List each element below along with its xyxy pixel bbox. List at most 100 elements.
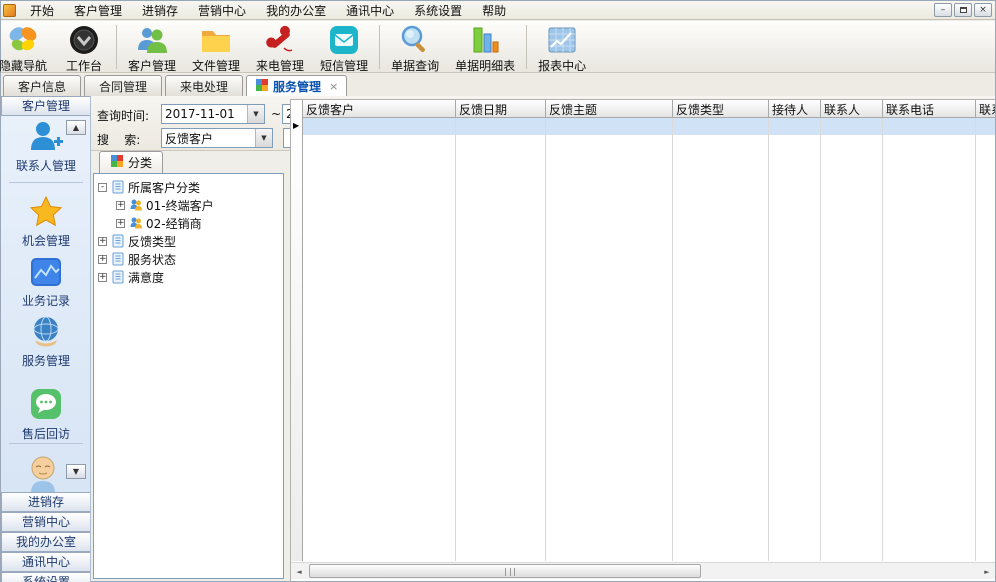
restore-button[interactable] bbox=[954, 3, 972, 17]
toolbar-label: 单据查询 bbox=[391, 57, 439, 74]
sidebar-group-inventory[interactable]: 进销存 bbox=[1, 492, 91, 512]
column-header[interactable]: 联系电话 bbox=[883, 100, 976, 118]
menu-help[interactable]: 帮助 bbox=[472, 0, 516, 21]
column-contact-truncated: 联系 bbox=[976, 100, 995, 561]
expand-icon[interactable]: + bbox=[116, 219, 125, 228]
tab-customer-info[interactable]: 客户信息 bbox=[3, 75, 81, 96]
category-panel: 分类 - 所属客户分类 + 01-终端客户 + 02-经销商 bbox=[93, 151, 286, 581]
scroll-right-icon[interactable]: ► bbox=[979, 564, 995, 579]
clipboard-icon bbox=[111, 180, 125, 194]
tab-call-handling[interactable]: 来电处理 bbox=[165, 75, 243, 96]
chevron-down-icon[interactable]: ▼ bbox=[247, 105, 264, 123]
column-feedback-type: 反馈类型 bbox=[673, 100, 769, 561]
sidebar-item-after-sales[interactable]: 售后回访 bbox=[1, 425, 91, 442]
toolbar-label: 报表中心 bbox=[538, 57, 586, 74]
toolbar-report-center[interactable]: 报表中心 bbox=[530, 23, 594, 75]
tree-node-label: 01-终端客户 bbox=[146, 197, 214, 214]
business-records-icon[interactable] bbox=[28, 254, 64, 290]
column-header[interactable]: 反馈类型 bbox=[673, 100, 769, 118]
column-header[interactable]: 反馈客户 bbox=[303, 100, 456, 118]
sidebar-group-customer-mgmt[interactable]: 客户管理 bbox=[1, 96, 91, 116]
tab-service-mgmt[interactable]: 服务管理 × bbox=[246, 75, 347, 96]
column-header[interactable]: 联系 bbox=[976, 100, 995, 118]
users-pair-icon bbox=[129, 216, 143, 230]
clock-icon bbox=[67, 24, 101, 56]
menu-bar: 开始 客户管理 进销存 营销中心 我的办公室 通讯中心 系统设置 帮助 – × bbox=[1, 1, 995, 20]
toolbar-file-mgmt[interactable]: 文件管理 bbox=[184, 23, 248, 75]
clipboard-icon bbox=[111, 270, 125, 284]
sidebar-group-marketing[interactable]: 营销中心 bbox=[1, 512, 91, 532]
sidebar-item-service-mgmt[interactable]: 服务管理 bbox=[1, 352, 91, 369]
current-row-marker-icon: ▶ bbox=[293, 121, 299, 130]
close-tab-icon[interactable]: × bbox=[329, 80, 338, 93]
date-from-combo[interactable]: 2017-11-01 ▼ bbox=[161, 104, 265, 124]
toolbar-doc-query[interactable]: 单据查询 bbox=[383, 23, 447, 75]
expand-icon[interactable]: + bbox=[116, 201, 125, 210]
tree-node-customer-category[interactable]: - 所属客户分类 bbox=[96, 178, 281, 196]
tree-node-label: 服务状态 bbox=[128, 251, 176, 268]
scrollbar-thumb[interactable] bbox=[309, 564, 701, 578]
users-icon bbox=[135, 24, 169, 56]
sidebar-item-contact-mgmt[interactable]: 联系人管理 bbox=[1, 157, 91, 174]
scroll-left-icon[interactable]: ◄ bbox=[291, 564, 307, 579]
expand-down-button[interactable]: ▼ bbox=[66, 464, 86, 479]
toolbar-call-mgmt[interactable]: 来电管理 bbox=[248, 23, 312, 75]
star-icon[interactable] bbox=[28, 194, 64, 230]
sidebar-item-business-records[interactable]: 业务记录 bbox=[1, 292, 91, 309]
sidebar-group-system-settings[interactable]: 系统设置 bbox=[1, 572, 91, 582]
chevron-down-icon[interactable]: ▼ bbox=[255, 129, 272, 147]
contact-person-icon[interactable] bbox=[28, 119, 64, 155]
column-feedback-date: 反馈日期 bbox=[456, 100, 546, 561]
expand-icon[interactable]: + bbox=[98, 273, 107, 282]
tab-category[interactable]: 分类 bbox=[99, 151, 163, 173]
column-header[interactable]: 反馈日期 bbox=[456, 100, 546, 118]
menu-start[interactable]: 开始 bbox=[20, 0, 64, 21]
toolbar-label: 单据明细表 bbox=[455, 57, 515, 74]
toolbar-hide-nav[interactable]: 隐藏导航 bbox=[0, 23, 55, 75]
collapse-up-button[interactable]: ▲ bbox=[66, 120, 86, 135]
nav-sidebar: 客户管理 ▲ 联系人管理 机会管理 业务记录 服务管理 bbox=[1, 96, 91, 582]
column-header[interactable]: 接待人 bbox=[769, 100, 821, 118]
menu-inventory[interactable]: 进销存 bbox=[132, 0, 188, 21]
menu-marketing[interactable]: 营销中心 bbox=[188, 0, 256, 21]
tree-node-label: 反馈类型 bbox=[128, 233, 176, 250]
column-feedback-subject: 反馈主题 bbox=[546, 100, 673, 561]
search-field-combo[interactable]: 反馈客户 ▼ bbox=[161, 128, 273, 148]
sidebar-item-opportunity-mgmt[interactable]: 机会管理 bbox=[1, 232, 91, 249]
menu-my-office[interactable]: 我的办公室 bbox=[256, 0, 336, 21]
tree-node-terminal-customer[interactable]: + 01-终端客户 bbox=[96, 196, 281, 214]
service-globe-icon[interactable] bbox=[28, 314, 64, 350]
tree-node-distributor[interactable]: + 02-经销商 bbox=[96, 214, 281, 232]
menu-system-settings[interactable]: 系统设置 bbox=[404, 0, 472, 21]
column-feedback-customer: 反馈客户 bbox=[303, 100, 456, 561]
toolbar-label: 短信管理 bbox=[320, 57, 368, 74]
butterfly-icon bbox=[6, 24, 40, 56]
toolbar-customer-mgmt[interactable]: 客户管理 bbox=[120, 23, 184, 75]
minimize-button[interactable]: – bbox=[934, 3, 952, 17]
toolbar-sms-mgmt[interactable]: 短信管理 bbox=[312, 23, 376, 75]
sidebar-group-my-office[interactable]: 我的办公室 bbox=[1, 532, 91, 552]
menu-customer-mgmt[interactable]: 客户管理 bbox=[64, 0, 132, 21]
toolbar-doc-detail[interactable]: 单据明细表 bbox=[447, 23, 523, 75]
tab-label: 客户信息 bbox=[18, 78, 66, 95]
chat-bubble-icon[interactable] bbox=[28, 386, 64, 422]
close-button[interactable]: × bbox=[974, 3, 992, 17]
date-from-value: 2017-11-01 bbox=[162, 107, 247, 121]
sidebar-group-comm-center[interactable]: 通讯中心 bbox=[1, 552, 91, 572]
collapse-icon[interactable]: - bbox=[98, 183, 107, 192]
column-header[interactable]: 联系人 bbox=[821, 100, 883, 118]
toolbar-workbench[interactable]: 工作台 bbox=[55, 23, 113, 75]
column-header[interactable]: 反馈主题 bbox=[546, 100, 673, 118]
tab-contract-mgmt[interactable]: 合同管理 bbox=[84, 75, 162, 96]
colorful-grid-icon bbox=[255, 78, 269, 95]
tree-node-satisfaction[interactable]: + 满意度 bbox=[96, 268, 281, 286]
toolbar-separator bbox=[116, 25, 117, 69]
expand-icon[interactable]: + bbox=[98, 255, 107, 264]
tree-node-service-status[interactable]: + 服务状态 bbox=[96, 250, 281, 268]
main-toolbar: 隐藏导航 工作台 客户管理 文件管理 bbox=[1, 21, 995, 73]
tree-node-feedback-type[interactable]: + 反馈类型 bbox=[96, 232, 281, 250]
menu-comm-center[interactable]: 通讯中心 bbox=[336, 0, 404, 21]
expand-icon[interactable]: + bbox=[98, 237, 107, 246]
horizontal-scrollbar[interactable]: ◄ ► bbox=[291, 562, 995, 579]
sidebar-divider bbox=[9, 443, 83, 444]
